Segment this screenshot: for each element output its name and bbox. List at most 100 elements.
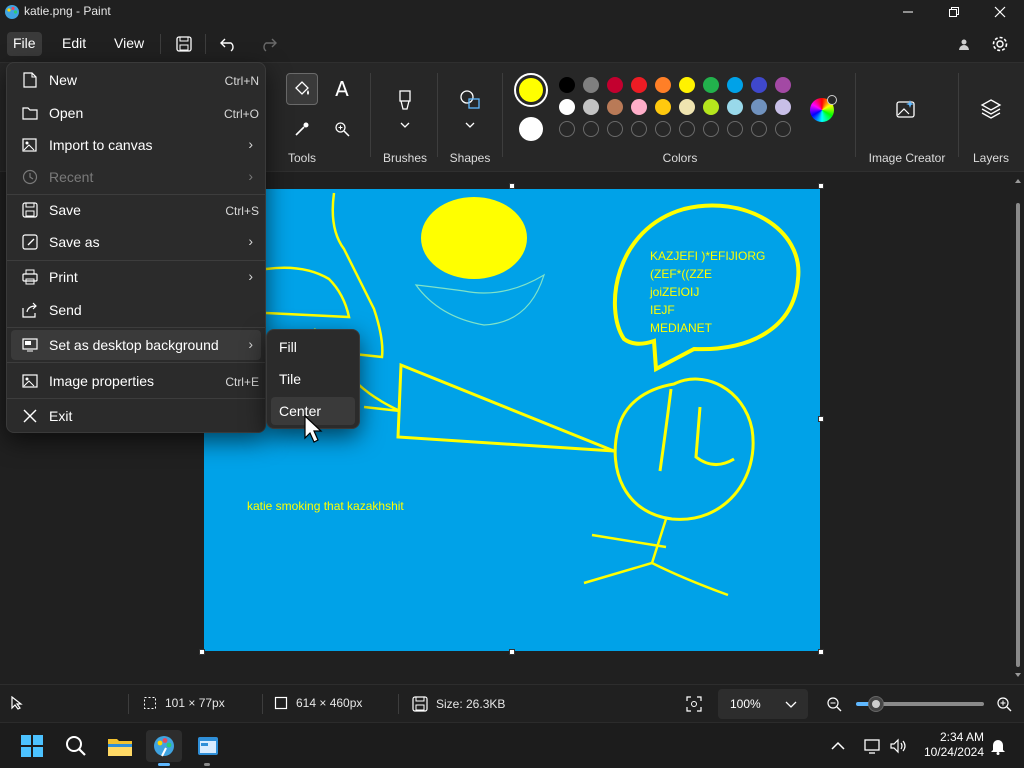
color-swatch[interactable] <box>727 77 743 93</box>
color-swatch[interactable] <box>727 99 743 115</box>
redo-button[interactable] <box>255 32 281 56</box>
color-swatch[interactable] <box>679 77 695 93</box>
app-taskbar-button[interactable] <box>190 730 226 766</box>
zoom-slider-thumb[interactable] <box>868 696 884 712</box>
submenu-item-tile[interactable]: Tile <box>271 365 355 393</box>
color-swatch[interactable] <box>775 77 791 93</box>
menubar-divider <box>160 34 161 54</box>
face-shape <box>613 377 755 521</box>
minimize-button[interactable] <box>885 0 931 24</box>
magnifier-button[interactable] <box>328 115 356 143</box>
settings-button[interactable] <box>987 32 1013 56</box>
color-swatch[interactable] <box>775 99 791 115</box>
save-toolbar-button[interactable] <box>171 32 197 56</box>
search-button[interactable] <box>58 730 94 762</box>
color-swatch[interactable] <box>655 77 671 93</box>
resize-handle-bottom-right[interactable] <box>818 649 824 655</box>
menu-item-set-as-desktop-background[interactable]: Set as desktop background › <box>11 330 261 360</box>
menu-item-image-properties[interactable]: Image properties Ctrl+E <box>11 366 261 396</box>
menu-view[interactable]: View <box>108 32 150 56</box>
cigarette-shape <box>396 362 615 453</box>
file-explorer-button[interactable] <box>102 730 138 762</box>
chevron-down-icon <box>785 701 797 708</box>
fill-tool-button[interactable] <box>286 73 318 105</box>
color-swatch[interactable] <box>751 77 767 93</box>
menu-item-save[interactable]: Save Ctrl+S <box>11 195 261 225</box>
menu-item-send[interactable]: Send <box>11 295 261 325</box>
menu-item-recent[interactable]: Recent › <box>11 162 261 192</box>
empty-color-slot[interactable] <box>751 121 767 137</box>
boat-shape <box>414 273 546 326</box>
color-swatch[interactable] <box>703 99 719 115</box>
resize-handle-top-right[interactable] <box>818 183 824 189</box>
empty-color-slot[interactable] <box>655 121 671 137</box>
close-button[interactable] <box>977 0 1023 24</box>
color-swatch[interactable] <box>607 77 623 93</box>
undo-button[interactable] <box>216 32 242 56</box>
network-icon <box>864 739 880 754</box>
resize-handle-bottom-left[interactable] <box>199 649 205 655</box>
menu-separator <box>7 362 265 363</box>
image-creator-button[interactable] <box>890 93 922 125</box>
fit-to-window-button[interactable] <box>686 696 702 712</box>
color-swatch[interactable] <box>583 99 599 115</box>
resize-handle-bottom[interactable] <box>509 649 515 655</box>
restore-button[interactable] <box>931 0 977 24</box>
text-tool-button[interactable]: A <box>328 73 356 105</box>
menu-item-exit[interactable]: Exit <box>11 401 261 431</box>
resize-handle-right[interactable] <box>818 416 824 422</box>
empty-color-slot[interactable] <box>583 121 599 137</box>
vertical-scrollbar[interactable] <box>1013 175 1023 683</box>
color-swatch[interactable] <box>583 77 599 93</box>
zoom-out-button[interactable] <box>826 696 842 712</box>
menu-item-print[interactable]: Print › <box>11 262 261 292</box>
color-swatch[interactable] <box>559 77 575 93</box>
empty-color-slot[interactable] <box>727 121 743 137</box>
show-hidden-icons-button[interactable] <box>820 730 856 762</box>
layers-button[interactable] <box>975 93 1007 125</box>
zoom-in-button[interactable] <box>996 696 1012 712</box>
color-swatch[interactable] <box>679 99 695 115</box>
color-swatch[interactable] <box>559 99 575 115</box>
active-indicator <box>158 763 170 766</box>
brushes-button[interactable] <box>390 83 420 135</box>
color-swatch[interactable] <box>631 99 647 115</box>
menu-item-new[interactable]: New Ctrl+N <box>11 65 261 95</box>
menu-item-label: Set as desktop background <box>49 337 219 353</box>
zoom-slider[interactable] <box>856 696 984 712</box>
menu-item-import-to-canvas[interactable]: Import to canvas › <box>11 130 261 160</box>
account-button[interactable] <box>951 32 977 56</box>
menu-edit[interactable]: Edit <box>56 32 92 56</box>
submenu-item-fill[interactable]: Fill <box>271 333 355 361</box>
paint-taskbar-button[interactable] <box>146 730 182 766</box>
empty-color-slot[interactable] <box>703 121 719 137</box>
color-swatch[interactable] <box>751 99 767 115</box>
color-swatch[interactable] <box>655 99 671 115</box>
edit-colors-button[interactable] <box>810 95 837 122</box>
menu-file[interactable]: File <box>7 32 42 56</box>
menu-item-save-as[interactable]: Save as › <box>11 227 261 257</box>
empty-color-slot[interactable] <box>559 121 575 137</box>
empty-color-slot[interactable] <box>775 121 791 137</box>
secondary-color-swatch[interactable] <box>519 117 543 141</box>
chevron-right-icon: › <box>248 168 253 184</box>
color-swatch[interactable] <box>631 77 647 93</box>
menu-item-label: Exit <box>49 408 73 424</box>
shapes-button[interactable] <box>455 83 485 135</box>
empty-color-slot[interactable] <box>679 121 695 137</box>
resize-handle-top[interactable] <box>509 183 515 189</box>
face-line <box>694 406 735 466</box>
color-picker-button[interactable] <box>288 115 316 143</box>
zoom-dropdown[interactable]: 100% <box>718 689 808 719</box>
empty-color-slot[interactable] <box>631 121 647 137</box>
color-swatch[interactable] <box>607 99 623 115</box>
face-line <box>658 388 673 472</box>
color-swatch[interactable] <box>703 77 719 93</box>
empty-color-slot[interactable] <box>607 121 623 137</box>
menu-item-open[interactable]: Open Ctrl+O <box>11 98 261 128</box>
clock[interactable]: 2:34 AM 10/24/2024 <box>918 730 984 760</box>
system-tray-quick-settings[interactable] <box>856 730 916 762</box>
primary-color-selector[interactable] <box>514 73 548 107</box>
start-button[interactable] <box>14 730 50 762</box>
notifications-button[interactable] <box>984 730 1012 762</box>
